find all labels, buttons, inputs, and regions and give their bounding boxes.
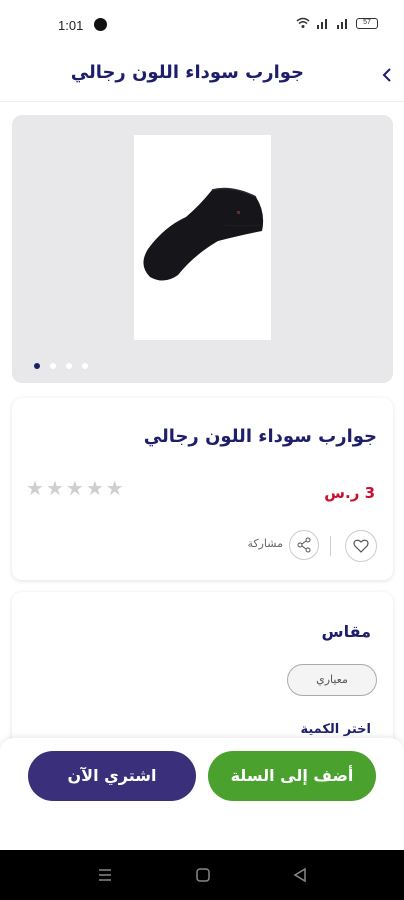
product-title: جوارب سوداء اللون رجالي: [143, 426, 377, 447]
product-image[interactable]: [134, 135, 271, 340]
chevron-left-icon[interactable]: [380, 66, 394, 84]
share-label[interactable]: مشاركة: [247, 537, 283, 550]
size-option-chip[interactable]: معياري: [287, 664, 377, 696]
product-gallery[interactable]: [12, 115, 393, 383]
gallery-pagination: [34, 363, 88, 369]
share-button[interactable]: [289, 530, 319, 560]
add-to-cart-button[interactable]: أضف إلى السلة: [208, 751, 376, 801]
home-icon[interactable]: [195, 867, 211, 883]
star-icon: ★: [45, 476, 64, 500]
star-icon: ★: [85, 476, 104, 500]
product-info-card: جوارب سوداء اللون رجالي ★ ★ ★ ★ ★ 3 ر.س …: [12, 398, 393, 580]
app-header: جوارب سوداء اللون رجالي: [0, 50, 404, 102]
status-time: 1:01: [58, 18, 84, 33]
gallery-dot[interactable]: [66, 363, 72, 369]
star-icon: ★: [105, 476, 124, 500]
signal-icon-2: [337, 19, 347, 29]
sock-illustration: [143, 187, 264, 281]
gallery-dot[interactable]: [82, 363, 88, 369]
back-icon[interactable]: [292, 867, 308, 883]
rating-stars: ★ ★ ★ ★ ★: [26, 478, 124, 498]
star-icon: ★: [26, 476, 44, 500]
buy-now-button[interactable]: اشتري الآن: [28, 751, 196, 801]
gallery-dot[interactable]: [34, 363, 40, 369]
divider: [330, 536, 331, 556]
star-icon: ★: [65, 476, 84, 500]
page-title: جوارب سوداء اللون رجالي: [70, 62, 304, 83]
share-icon: [297, 537, 311, 553]
heart-icon: [353, 539, 369, 553]
size-heading: مقاس: [321, 622, 371, 641]
gallery-dot[interactable]: [50, 363, 56, 369]
wifi-icon: [296, 17, 310, 28]
battery-icon: 57: [356, 17, 378, 29]
menu-icon[interactable]: [97, 867, 113, 883]
status-bar: 1:01 57: [0, 0, 404, 50]
bottom-action-bar: أضف إلى السلة اشتري الآن: [0, 738, 404, 850]
system-nav-bar: [0, 850, 404, 900]
notification-icon: [94, 18, 107, 31]
quantity-heading: اختر الكمية: [300, 722, 371, 737]
product-price: 3 ر.س: [324, 484, 375, 502]
status-icons: 57: [296, 17, 378, 29]
signal-icon: [317, 19, 327, 29]
favorite-button[interactable]: [345, 530, 377, 562]
